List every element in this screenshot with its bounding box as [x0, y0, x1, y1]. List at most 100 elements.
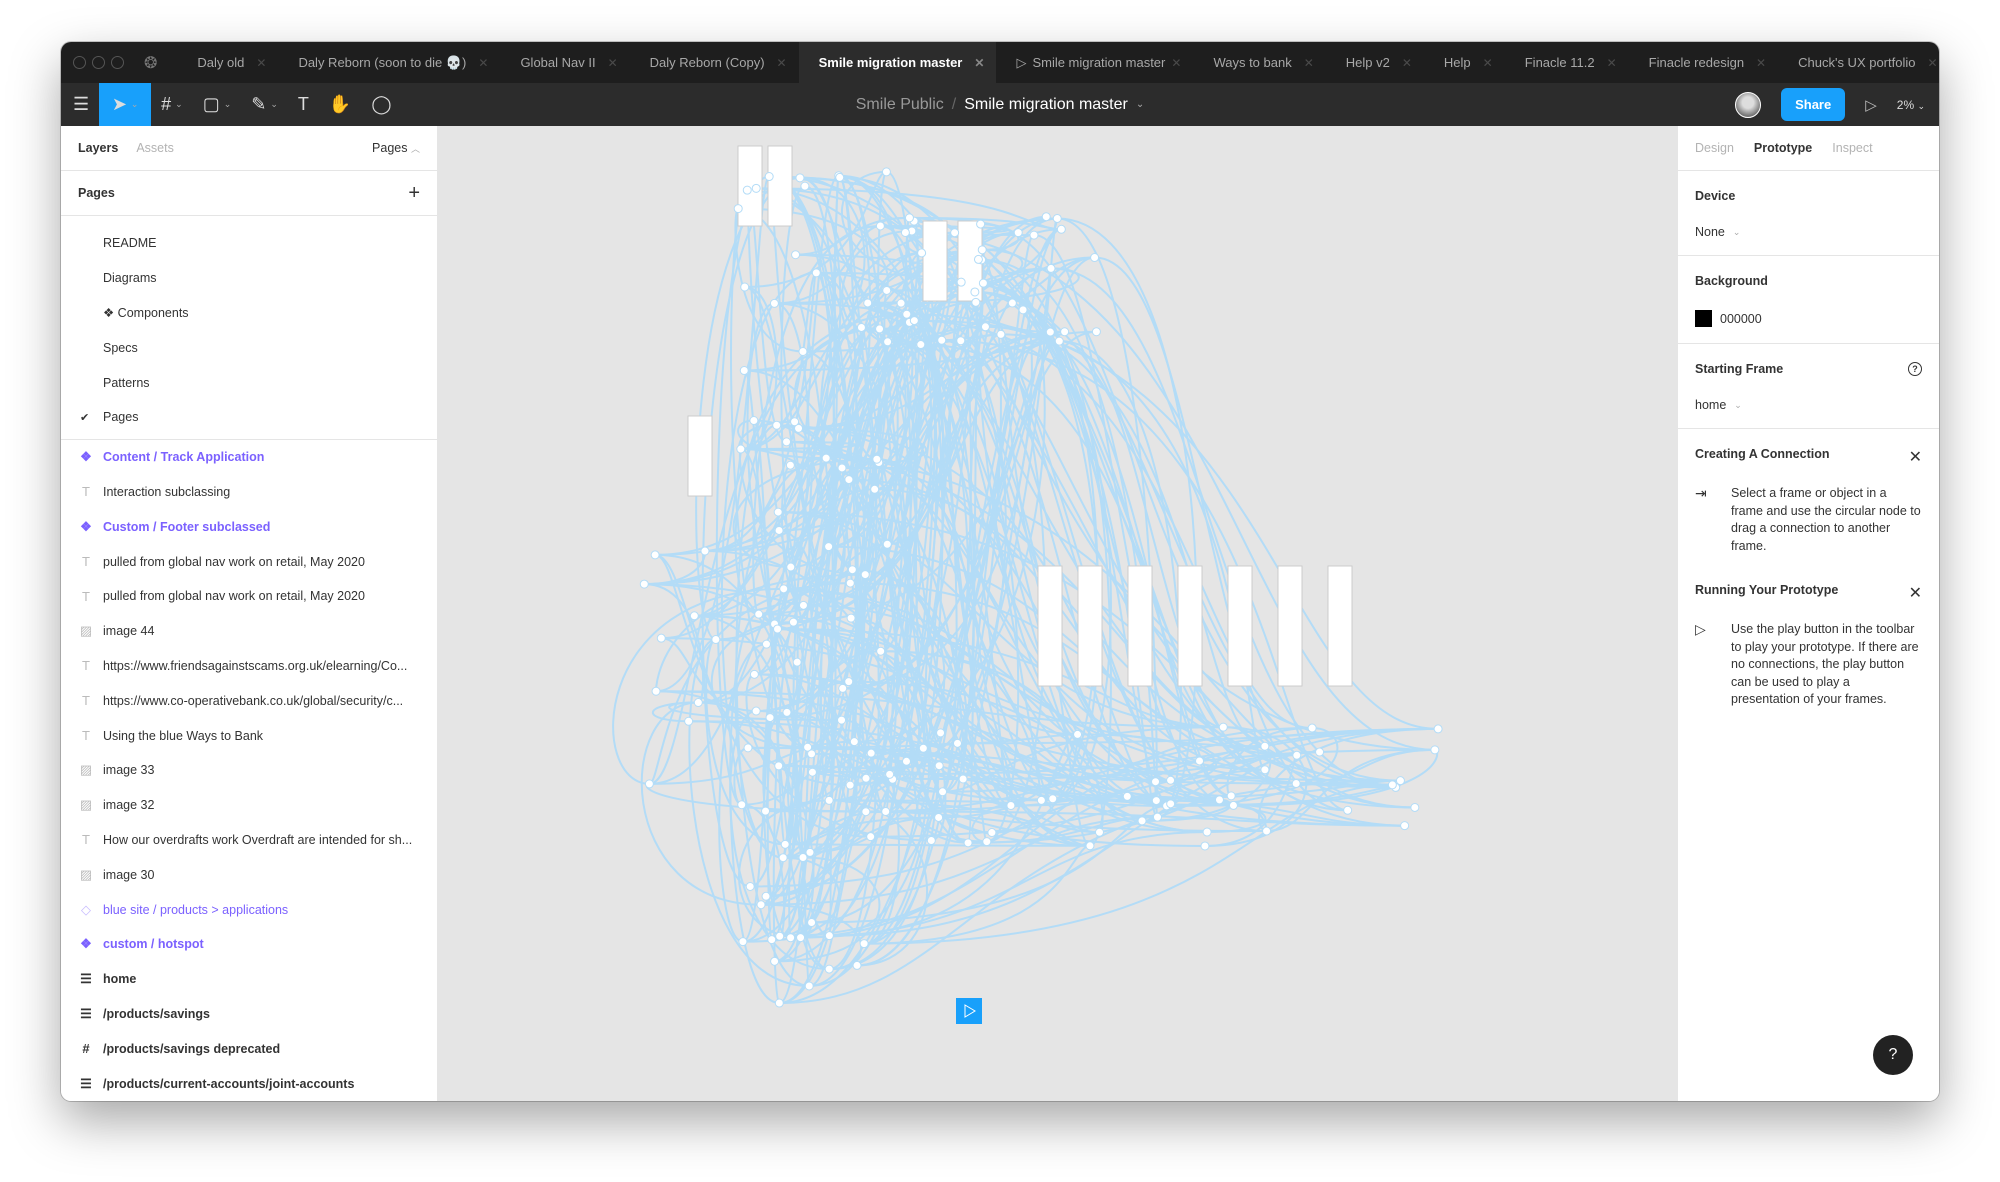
frame-thumbnail[interactable]	[1127, 565, 1153, 687]
layer-item[interactable]: T Interaction subclassing	[61, 475, 437, 510]
figma-logo-icon[interactable]: ❂	[144, 53, 157, 73]
connection-node[interactable]	[1018, 305, 1028, 315]
file-name[interactable]: Smile migration master	[964, 96, 1128, 114]
connection-node[interactable]	[792, 657, 802, 667]
connection-node[interactable]	[779, 584, 789, 594]
layer-item[interactable]: Tpulled from global nav work on retail, …	[61, 544, 437, 579]
connection-node[interactable]	[733, 204, 743, 214]
layer-item[interactable]: ☰ /products/savings	[61, 997, 437, 1032]
connection-node[interactable]	[970, 287, 980, 297]
layer-item[interactable]: ❖ Content / Track Application	[61, 440, 437, 475]
connection-node[interactable]	[807, 918, 817, 928]
layer-item[interactable]: ❖ custom / hotspot	[61, 927, 437, 962]
close-tab-icon[interactable]: ✕	[777, 56, 787, 70]
close-icon[interactable]: ✕	[1909, 583, 1922, 603]
connection-node[interactable]	[824, 795, 834, 805]
layer-item[interactable]: Tpulled from global nav work on retail, …	[61, 579, 437, 614]
shape-tool[interactable]: ▢ ⌄	[193, 83, 242, 126]
connection-node[interactable]	[1048, 794, 1058, 804]
connection-node[interactable]	[1094, 827, 1104, 837]
connection-node[interactable]	[738, 937, 748, 947]
connection-node[interactable]	[1395, 776, 1405, 786]
connection-node[interactable]	[804, 981, 814, 991]
close-tab-icon[interactable]: ✕	[608, 56, 618, 70]
connection-node[interactable]	[838, 683, 848, 693]
connection-node[interactable]	[847, 565, 857, 575]
layer-item[interactable]: Thttps://www.friendsagainstscams.org.uk/…	[61, 649, 437, 684]
connection-node[interactable]	[824, 931, 834, 941]
close-tab-icon[interactable]: ✕	[974, 56, 984, 70]
connection-node[interactable]	[788, 617, 798, 627]
connection-node[interactable]	[742, 185, 752, 195]
connection-node[interactable]	[749, 416, 759, 426]
connection-node[interactable]	[769, 298, 779, 308]
tab-0[interactable]: Daly old ✕	[177, 42, 278, 83]
close-icon[interactable]: ✕	[1909, 447, 1922, 467]
connection-node[interactable]	[1029, 230, 1039, 240]
chevron-down-icon[interactable]: ⌄	[1136, 99, 1144, 110]
connection-node[interactable]	[916, 340, 926, 350]
connection-node[interactable]	[976, 219, 986, 229]
tab-5[interactable]: ▷ Smile migration master ✕	[996, 42, 1193, 83]
hand-tool[interactable]: ✋	[319, 83, 361, 126]
close-light[interactable]	[73, 56, 86, 69]
connection-node[interactable]	[803, 742, 813, 752]
connection-node[interactable]	[786, 562, 796, 572]
connection-node[interactable]	[798, 346, 808, 356]
connection-node[interactable]	[798, 852, 808, 862]
page-item[interactable]: Diagrams	[61, 261, 437, 296]
connection-node[interactable]	[1045, 327, 1055, 337]
minimize-light[interactable]	[92, 56, 105, 69]
connection-node[interactable]	[861, 773, 871, 783]
connection-node[interactable]	[773, 507, 783, 517]
connection-node[interactable]	[1091, 327, 1101, 337]
connection-node[interactable]	[1343, 805, 1353, 815]
page-item[interactable]: Patterns	[61, 365, 437, 400]
connection-node[interactable]	[846, 613, 856, 623]
connection-node[interactable]	[1085, 841, 1095, 851]
connection-node[interactable]	[739, 366, 749, 376]
avatar[interactable]	[1735, 91, 1762, 118]
connection-node[interactable]	[1054, 336, 1064, 346]
connection-node[interactable]	[883, 337, 893, 347]
connection-node[interactable]	[885, 769, 895, 779]
connection-node[interactable]	[978, 278, 988, 288]
connection-node[interactable]	[1400, 821, 1410, 831]
tab-inspect[interactable]: Inspect	[1832, 141, 1872, 155]
connection-node[interactable]	[1228, 800, 1238, 810]
frame-thumbnail[interactable]	[1227, 565, 1253, 687]
connection-node[interactable]	[844, 475, 854, 485]
connection-node[interactable]	[774, 525, 784, 535]
connection-node[interactable]	[1152, 812, 1162, 822]
project-name[interactable]: Smile Public	[856, 96, 944, 114]
connection-node[interactable]	[875, 221, 885, 231]
close-tab-icon[interactable]: ✕	[1304, 56, 1314, 70]
connection-node[interactable]	[1410, 802, 1420, 812]
connection-node[interactable]	[743, 743, 753, 753]
connection-node[interactable]	[745, 881, 755, 891]
frame-thumbnail[interactable]	[687, 415, 713, 497]
starting-frame-flag-icon[interactable]	[956, 998, 982, 1024]
layer-item[interactable]: ▨ image 33	[61, 753, 437, 788]
connection-node[interactable]	[845, 578, 855, 588]
connection-node[interactable]	[782, 437, 792, 447]
connection-node[interactable]	[845, 780, 855, 790]
tab-6[interactable]: Ways to bank ✕	[1193, 42, 1325, 83]
connection-node[interactable]	[950, 228, 960, 238]
tab-10[interactable]: Finacle redesign ✕	[1629, 42, 1778, 83]
frame-tool[interactable]: # ⌄	[151, 83, 193, 126]
menu-button[interactable]: ☰	[61, 83, 99, 126]
move-tool[interactable]: ➤ ⌄	[99, 83, 152, 126]
connection-node[interactable]	[821, 453, 831, 463]
pen-tool[interactable]: ✎ ⌄	[241, 83, 288, 126]
connection-node[interactable]	[1056, 224, 1066, 234]
connection-node[interactable]	[980, 322, 990, 332]
close-tab-icon[interactable]: ✕	[1756, 56, 1766, 70]
connection-node[interactable]	[1122, 791, 1132, 801]
tab-8[interactable]: Help ✕	[1424, 42, 1505, 83]
connection-node[interactable]	[837, 715, 847, 725]
connection-node[interactable]	[749, 669, 759, 679]
connection-node[interactable]	[1151, 777, 1161, 787]
frame-thumbnail[interactable]	[1077, 565, 1103, 687]
connection-node[interactable]	[987, 828, 997, 838]
